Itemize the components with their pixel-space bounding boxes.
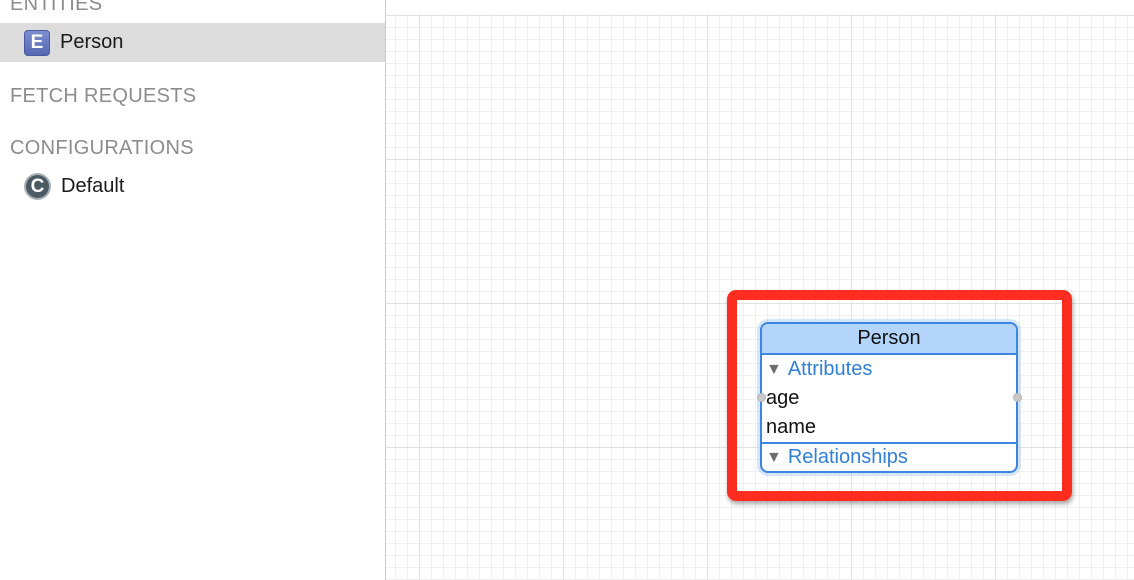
fetch-requests-section-header: FETCH REQUESTS bbox=[10, 85, 197, 107]
entity-person-box[interactable]: Person ▼ Attributes age name ▼ Relationshi… bbox=[760, 322, 1018, 473]
attribute-row[interactable]: age bbox=[762, 384, 1016, 413]
configuration-icon: C bbox=[24, 173, 51, 200]
canvas-top-band bbox=[386, 0, 1134, 14]
sidebar: ENTITIES E Person FETCH REQUESTS CONFIGU… bbox=[0, 0, 386, 580]
graph-canvas[interactable] bbox=[386, 0, 1134, 580]
entity-title[interactable]: Person bbox=[762, 324, 1016, 355]
relationships-section-toggle[interactable]: ▼ Relationships bbox=[762, 442, 1016, 471]
entity-icon: E bbox=[24, 29, 50, 56]
attributes-section-label: Attributes bbox=[787, 358, 873, 380]
sidebar-item-label: Default bbox=[61, 175, 125, 197]
entities-section-header: ENTITIES bbox=[10, 0, 103, 15]
sidebar-item-label: Person bbox=[60, 31, 124, 53]
relationships-section-label: Relationships bbox=[787, 446, 908, 468]
sidebar-item-person[interactable]: E Person bbox=[0, 23, 385, 62]
entity-connector-handle-right[interactable] bbox=[1013, 393, 1022, 402]
attributes-section-toggle[interactable]: ▼ Attributes bbox=[762, 355, 1016, 384]
configurations-section-header: CONFIGURATIONS bbox=[10, 137, 194, 159]
disclosure-triangle-icon[interactable]: ▼ bbox=[766, 445, 782, 471]
entity-connector-handle-left[interactable] bbox=[757, 393, 766, 402]
sidebar-item-default[interactable]: C Default bbox=[0, 167, 385, 206]
disclosure-triangle-icon[interactable]: ▼ bbox=[766, 355, 782, 384]
attribute-row[interactable]: name bbox=[762, 413, 1016, 442]
